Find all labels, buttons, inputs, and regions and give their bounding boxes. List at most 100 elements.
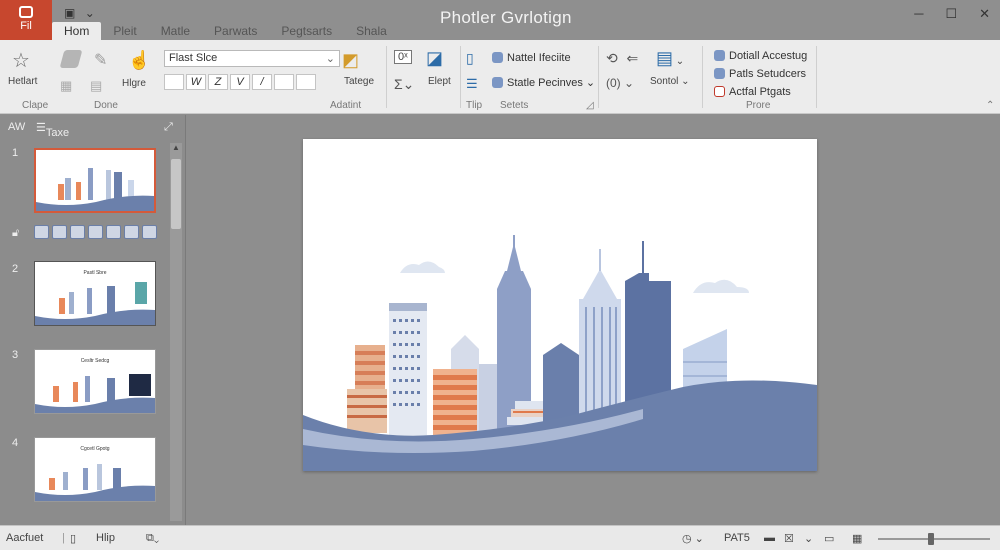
dialog-launcher-icon[interactable]: ◿ <box>586 100 594 111</box>
prore-item-2[interactable]: Patls Setudcers <box>714 68 806 80</box>
text-layout-button[interactable]: ◩ <box>342 50 359 71</box>
maximize-icon[interactable]: ☐ <box>945 6 957 22</box>
ribbon-separator <box>386 46 387 108</box>
document-icon: ▯ <box>466 50 474 66</box>
format-btn-4[interactable]: V <box>230 74 250 90</box>
zoom-slider-thumb[interactable] <box>928 533 934 545</box>
format-painter-button[interactable]: ☝ <box>128 50 150 71</box>
mini-tool-2[interactable] <box>52 225 67 239</box>
brush-button[interactable]: ✎ <box>94 50 107 70</box>
done-button[interactable]: Hlgre <box>122 78 146 89</box>
mini-tool-7[interactable] <box>142 225 157 239</box>
zero-dropdown[interactable]: (0) ⌄ <box>606 76 634 90</box>
tab-2[interactable]: Pleit <box>101 22 148 40</box>
quick-access-toolbar: ▣ ⌄ <box>64 6 95 20</box>
copy-button[interactable]: ▤ <box>90 78 102 94</box>
format-btn-2[interactable]: W <box>186 74 206 90</box>
window-title: Photler Gvrlotign <box>440 8 572 27</box>
sets-group-label: Setets <box>500 100 529 111</box>
tab-6[interactable]: Shala <box>344 22 399 40</box>
star-button[interactable]: ☆ <box>12 48 30 73</box>
format-btn-3[interactable]: Z <box>208 74 228 90</box>
slide-number: 1 <box>12 147 19 159</box>
pane-tab[interactable]: ☰ Taxe <box>36 121 69 139</box>
font-name-field[interactable]: Flast Slce ⌄ <box>164 50 340 67</box>
elept-button[interactable]: Elept <box>428 76 451 87</box>
format-btn-6[interactable] <box>274 74 294 90</box>
chevron-down-icon: ⌄ <box>675 56 685 67</box>
clipboard-button[interactable]: Hetlart <box>8 76 37 87</box>
panel-icon: ▤ <box>656 48 674 68</box>
paste-button[interactable]: ▦ <box>60 78 72 94</box>
mini-tool-3[interactable] <box>70 225 85 239</box>
save-icon[interactable]: ▣ <box>64 6 75 20</box>
slide-thumbnail-3[interactable]: Cesltr Sedcg <box>34 349 156 414</box>
format-btn-5[interactable]: / <box>252 74 272 90</box>
text-layout-icon: ◩ <box>342 50 360 70</box>
sets-item-2[interactable]: Statle Pecinves ⌄ <box>492 76 595 89</box>
tab-5[interactable]: Pegtsarts <box>269 22 344 40</box>
slide-thumbnail-1[interactable] <box>34 148 156 213</box>
sets-item-1[interactable]: Nattel Ifeciite <box>492 52 571 64</box>
sontol-button[interactable]: Sontol ⌄ <box>650 76 690 87</box>
slide-thumbnail-pane: AW ☰ Taxe ⤢ 1 🔓︎ 2 Pastl Sbre 3 Cesltr S… <box>0 115 186 525</box>
zero-button[interactable]: 0ˣ <box>394 50 412 64</box>
clock-icon[interactable]: ◷ ⌄ <box>682 532 704 545</box>
thumbnail-scrollbar[interactable]: ▲ <box>170 143 182 521</box>
close-icon[interactable]: ✕ <box>979 6 990 22</box>
tatege-button[interactable]: Tatege <box>344 76 374 87</box>
status-separator: | <box>62 532 65 544</box>
scroll-up-icon[interactable]: ▲ <box>172 143 180 152</box>
view-dropdown-icon[interactable]: ⌄ <box>804 532 813 545</box>
prore-item-1[interactable]: Dotiall Accestug <box>714 50 807 62</box>
zoom-slider-track[interactable] <box>878 538 990 540</box>
mini-tool-5[interactable] <box>106 225 121 239</box>
file-tab[interactable]: Fil <box>0 0 52 40</box>
minimize-icon[interactable]: ─ <box>914 6 923 22</box>
pin-icon[interactable]: ⤢ <box>164 121 173 134</box>
doc-button[interactable]: ▯ <box>466 50 474 67</box>
file-tab-label: Fil <box>20 20 32 32</box>
brush-icon: ✎ <box>94 52 108 69</box>
notes-icon[interactable]: ▯ <box>70 532 76 545</box>
back-arrow-icon: ⇐ <box>626 50 639 66</box>
reading-view-icon[interactable]: ▭ <box>824 532 834 545</box>
scroll-thumb[interactable] <box>171 159 181 229</box>
ribbon: ☆ Hetlart Clape ✎ ▦ ▤ ☝ Hlgre Done Flast… <box>0 40 1000 114</box>
notes-view-icon[interactable]: ▬ <box>764 532 775 544</box>
slide-thumbnail-4[interactable]: Cgcetl Gpotg <box>34 437 156 502</box>
font-dropdown-icon[interactable]: ⌄ <box>326 52 335 65</box>
status-slide-info: Aacfuet <box>6 532 44 544</box>
thumbnail-caption: Cesltr Sedcg <box>80 358 110 364</box>
ribbon-separator <box>702 46 703 108</box>
tab-3[interactable]: Matle <box>149 22 202 40</box>
redo-button[interactable]: ⟲ ⇐ <box>606 50 638 67</box>
paste-icon: ▦ <box>60 78 73 93</box>
qat-dropdown-icon[interactable]: ⌄ <box>85 6 95 20</box>
slide-thumbnail-2[interactable]: Pastl Sbre <box>34 261 156 326</box>
accessibility-icon <box>714 50 725 61</box>
normal-view-icon[interactable]: ☒ <box>784 532 794 545</box>
main-slide[interactable] <box>303 139 817 471</box>
slide-sorter-icon[interactable]: ▦ <box>852 532 862 545</box>
status-help[interactable]: Hlip <box>96 532 115 544</box>
format-btn-7[interactable] <box>296 74 316 90</box>
sigma-button[interactable]: Σ⌄ <box>394 76 414 93</box>
tab-home[interactable]: Hom <box>52 22 102 40</box>
thumbnail-caption: Cgcetl Gpotg <box>80 446 110 452</box>
tab-4[interactable]: Parwats <box>202 22 269 40</box>
mini-tool-6[interactable] <box>124 225 139 239</box>
mini-tool-4[interactable] <box>88 225 103 239</box>
elept-icon-button[interactable]: ◪ <box>426 48 443 69</box>
sontol-icon-button[interactable]: ▤ ⌄ <box>656 48 684 69</box>
number-icon: 0ˣ <box>394 50 412 64</box>
accessibility-status-icon[interactable]: ⧉⌄ <box>146 532 159 545</box>
prore-item-3[interactable]: Actfal Ptgats <box>714 86 791 98</box>
pane-header-left[interactable]: AW <box>8 121 25 133</box>
list-button[interactable]: ☰ <box>466 76 478 92</box>
style-icon <box>492 77 503 88</box>
shape-button[interactable] <box>59 50 83 71</box>
collapse-ribbon-icon[interactable]: ⌃ <box>986 100 994 111</box>
format-btn-1[interactable] <box>164 74 184 90</box>
mini-tool-1[interactable] <box>34 225 49 239</box>
